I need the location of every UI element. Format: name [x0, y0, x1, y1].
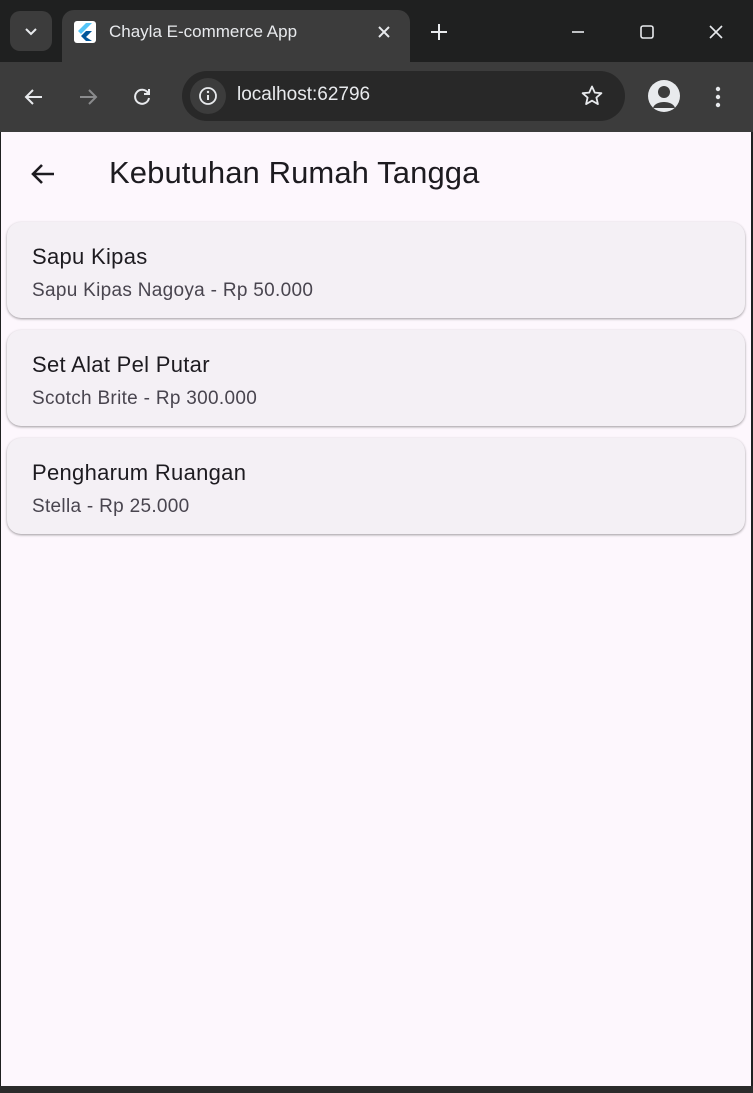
product-name: Set Alat Pel Putar [32, 352, 210, 377]
close-icon [709, 25, 723, 39]
more-menu-icon[interactable] [704, 80, 732, 114]
product-detail: Sapu Kipas Nagoya - Rp 50.000 [32, 280, 314, 301]
close-tab-icon[interactable] [372, 20, 396, 44]
browser-tab-strip: Chayla E-commerce App [0, 0, 753, 62]
product-card[interactable]: Set Alat Pel Putar Scotch Brite - Rp 300… [7, 330, 745, 426]
page-viewport: Kebutuhan Rumah Tangga Sapu Kipas Sapu K… [1, 132, 751, 1086]
plus-icon [431, 24, 447, 40]
site-info-icon[interactable] [190, 78, 226, 114]
maximize-icon [640, 25, 654, 39]
product-detail: Scotch Brite - Rp 300.000 [32, 388, 258, 409]
chevron-down-icon [25, 28, 37, 36]
arrow-left-icon [24, 89, 42, 105]
address-bar[interactable]: localhost:62796 [182, 71, 625, 121]
product-card[interactable]: Pengharum Ruangan Stella - Rp 25.000 [7, 438, 745, 534]
product-detail: Stella - Rp 25.000 [32, 496, 190, 517]
app-back-button[interactable] [23, 154, 63, 194]
app-bar: Kebutuhan Rumah Tangga [1, 132, 751, 216]
close-window-button[interactable] [696, 12, 736, 52]
flutter-icon [74, 21, 96, 43]
bookmark-star-icon[interactable] [579, 83, 605, 109]
product-card[interactable]: Sapu Kipas Sapu Kipas Nagoya - Rp 50.000 [7, 222, 745, 318]
tab-title: Chayla E-commerce App [109, 22, 298, 41]
browser-tab[interactable]: Chayla E-commerce App [62, 10, 410, 62]
profile-avatar-icon[interactable] [648, 80, 680, 112]
minimize-icon [572, 31, 584, 33]
back-button[interactable] [17, 80, 51, 114]
page-title: Kebutuhan Rumah Tangga [109, 155, 480, 190]
product-name: Sapu Kipas [32, 244, 148, 269]
minimize-button[interactable] [558, 12, 598, 52]
product-name: Pengharum Ruangan [32, 460, 247, 485]
arrow-back-icon [31, 164, 54, 184]
tab-search-button[interactable] [10, 11, 52, 51]
arrow-right-icon [80, 89, 98, 105]
taskbar-edge [0, 1086, 753, 1093]
url-text: localhost:62796 [237, 84, 371, 105]
maximize-button[interactable] [627, 12, 667, 52]
browser-toolbar: localhost:62796 [0, 62, 753, 132]
new-tab-button[interactable] [424, 17, 454, 47]
reload-icon [134, 88, 150, 105]
reload-button[interactable] [125, 80, 159, 114]
forward-button[interactable] [71, 80, 105, 114]
